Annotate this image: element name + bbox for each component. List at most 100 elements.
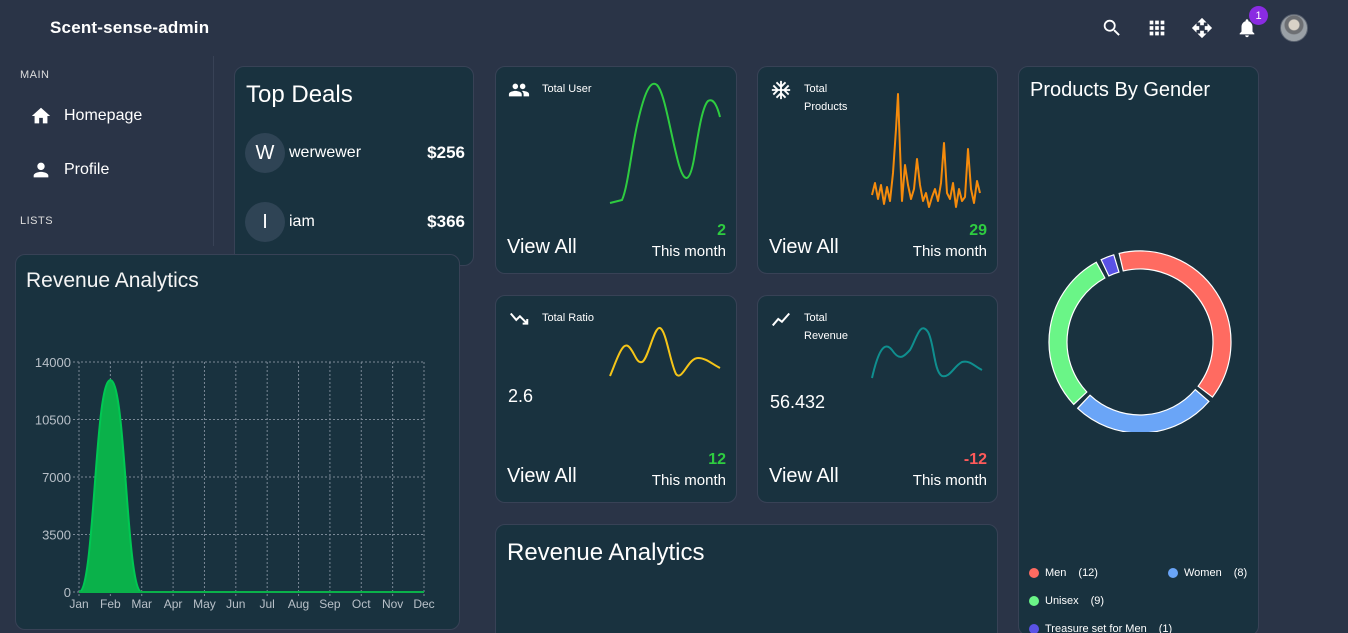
deal-avatar: I [245, 202, 285, 242]
deal-row[interactable]: W werwewer $256 [245, 133, 465, 173]
x-tick-label: Dec [413, 597, 434, 611]
deal-row[interactable]: I iam $366 [245, 202, 465, 242]
x-tick-label: Nov [382, 597, 403, 611]
app-title[interactable]: Scent-sense-admin [50, 18, 209, 38]
stat-percent: 29 [969, 222, 987, 239]
revenue-analytics-panel-title: Revenue Analytics [26, 269, 199, 292]
person-icon [33, 162, 49, 178]
y-tick-label: 14000 [35, 355, 71, 370]
top-deals-card: Top Deals W werwewer $256 I iam $366 [234, 66, 474, 266]
stat-period: This month [651, 472, 726, 489]
legend-label: Men [1045, 567, 1067, 579]
stat-percent: -12 [963, 451, 987, 468]
revenue-analytics-panel: Revenue Analytics 0 3500 7000 10500 14000 Jan… [15, 254, 460, 630]
total-ratio-sparkline [609, 326, 721, 377]
view-all-link[interactable]: View All [769, 236, 839, 259]
apps-icon[interactable] [1145, 16, 1169, 40]
view-all-link[interactable]: View All [507, 236, 577, 259]
notification-icon[interactable]: 1 [1235, 6, 1268, 40]
y-tick-label: 7000 [42, 470, 71, 485]
stat-percent: 12 [708, 451, 726, 468]
navbar: Scent-sense-admin 1 [0, 0, 1348, 56]
trending-up-icon [771, 312, 791, 327]
legend-item: Women (8) [1168, 567, 1247, 579]
top-deals-title: Top Deals [246, 81, 353, 108]
legend-dot [1029, 568, 1039, 578]
legend-item: Unisex (9) [1029, 595, 1104, 607]
x-tick-label: Jan [69, 597, 88, 611]
move-icon[interactable] [1190, 16, 1214, 40]
x-tick-label: Sep [319, 597, 341, 611]
legend-count: (1) [1158, 623, 1173, 633]
view-all-link[interactable]: View All [507, 465, 577, 488]
sidebar-section-main: MAIN [20, 69, 50, 81]
deal-avatar: W [245, 133, 285, 173]
total-products-card: Total Products View All 29 This month [757, 66, 998, 274]
stat-period: This month [651, 243, 726, 260]
stat-label: Total Ratio [542, 312, 594, 324]
x-tick-label: Aug [288, 597, 309, 611]
sidebar-item-homepage[interactable]: Homepage [30, 102, 142, 130]
total-revenue-card: Total Revenue 56.432 View All -12 This m… [757, 295, 998, 503]
snowflake-icon [771, 80, 791, 100]
legend-count: (8) [1233, 567, 1248, 579]
legend-label: Women [1184, 567, 1222, 579]
x-tick-label: Oct [352, 597, 371, 611]
total-revenue-sparkline [871, 327, 983, 379]
x-tick-label: Feb [100, 597, 121, 611]
stat-label: Total Revenue [804, 312, 849, 342]
donut-slice[interactable] [1076, 388, 1210, 432]
revenue-area-chart: 0350070001050014000Jan Feb Mar Apr May Jun Jul… [35, 355, 435, 611]
trending-down-icon [509, 312, 529, 325]
gender-donut-chart [1048, 250, 1232, 432]
revenue-area-series[interactable] [78, 379, 424, 593]
stat-value: 56.432 [770, 392, 826, 412]
total-products-sparkline [871, 93, 981, 208]
users-icon [508, 83, 530, 97]
sidebar-item-label: Profile [64, 161, 110, 178]
legend-count: (12) [1078, 567, 1098, 579]
donut-slice[interactable] [1048, 261, 1106, 406]
sidebar: MAIN Homepage Profile LISTS [0, 56, 214, 246]
legend-item: Treasure set for Men (1) [1029, 623, 1172, 633]
total-ratio-card: Total Ratio 2.6 View All 12 This month [495, 295, 737, 503]
stat-period: This month [912, 243, 987, 260]
stat-value: 2.6 [508, 386, 534, 406]
navbar-icons: 1 [1100, 6, 1308, 44]
legend-count: (9) [1090, 595, 1105, 607]
legend-label: Unisex [1045, 595, 1079, 607]
deal-amount: $366 [427, 212, 465, 231]
total-user-card: Total User View All 2 This month [495, 66, 737, 274]
notification-badge: 1 [1249, 6, 1268, 25]
legend-item: Men (12) [1029, 567, 1098, 579]
user-avatar[interactable] [1280, 14, 1308, 42]
revenue-analytics-card: Revenue Analytics [495, 524, 998, 633]
donut-slice[interactable] [1100, 254, 1120, 277]
x-tick-label: Apr [164, 597, 183, 611]
sidebar-item-profile[interactable]: Profile [30, 156, 109, 184]
sidebar-section-lists: LISTS [20, 215, 54, 227]
sidebar-item-label: Homepage [64, 107, 143, 124]
view-all-link[interactable]: View All [769, 465, 839, 488]
legend-dot [1029, 596, 1039, 606]
x-tick-label: Jun [226, 597, 245, 611]
legend-dot [1029, 624, 1039, 633]
revenue-analytics-card-title: Revenue Analytics [507, 539, 705, 566]
stat-period: This month [912, 472, 987, 489]
home-icon [31, 107, 51, 124]
legend-label: Treasure set for Men [1045, 623, 1147, 633]
stat-percent: 2 [717, 222, 726, 239]
total-user-sparkline [609, 82, 721, 204]
x-tick-label: Jul [260, 597, 275, 611]
y-tick-label: 3500 [42, 528, 71, 543]
search-icon[interactable] [1100, 16, 1124, 40]
products-by-gender-card: Products By Gender Men (12) Women (8) Un… [1018, 66, 1259, 633]
deal-name: werwewer [289, 144, 362, 161]
stat-label: Total User [542, 83, 592, 95]
donut-slice[interactable] [1118, 250, 1232, 398]
legend-dot [1168, 568, 1178, 578]
deal-name: iam [289, 213, 315, 230]
stat-label: Total Products [804, 83, 848, 113]
products-by-gender-title: Products By Gender [1030, 79, 1211, 101]
x-tick-label: May [193, 597, 216, 611]
